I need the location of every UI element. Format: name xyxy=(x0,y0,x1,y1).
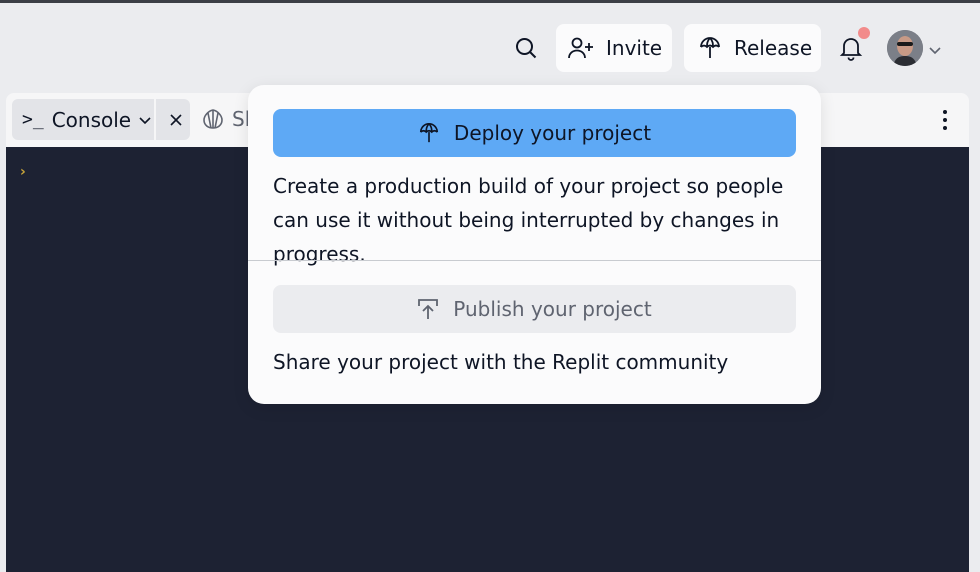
release-button[interactable]: Release xyxy=(684,24,821,72)
add-user-icon xyxy=(568,37,593,59)
deploy-button[interactable]: Deploy your project xyxy=(273,109,796,157)
bell-icon xyxy=(839,38,863,61)
more-vertical-icon xyxy=(943,110,947,130)
console-prompt-glyph: › xyxy=(20,164,26,180)
release-label: Release xyxy=(734,36,813,60)
avatar-image xyxy=(887,30,923,66)
search-icon xyxy=(516,38,537,59)
release-popover: Deploy your project Create a production … xyxy=(248,85,821,404)
deploy-icon xyxy=(419,123,438,143)
publish-button-label: Publish your project xyxy=(453,297,652,321)
chevron-down-icon xyxy=(929,47,941,55)
popover-divider xyxy=(248,260,821,261)
terminal-prompt-icon: >_ xyxy=(22,109,44,130)
more-options-button[interactable] xyxy=(936,107,954,133)
release-icon xyxy=(700,37,720,58)
deploy-description: Create a production build of your projec… xyxy=(273,174,784,266)
shell-icon xyxy=(203,109,223,129)
invite-button[interactable]: Invite xyxy=(556,24,672,72)
tab-separator xyxy=(154,99,156,140)
upload-icon xyxy=(418,299,439,319)
publish-description: Share your project with the Replit commu… xyxy=(273,350,729,374)
avatar[interactable] xyxy=(887,30,923,66)
account-menu-toggle[interactable] xyxy=(929,40,941,59)
close-icon xyxy=(170,113,182,126)
window-top-border xyxy=(0,0,980,3)
chevron-down-icon xyxy=(139,116,151,124)
publish-button[interactable]: Publish your project xyxy=(273,285,796,333)
deploy-button-label: Deploy your project xyxy=(453,121,652,145)
tab-console-label: Console xyxy=(51,107,132,132)
invite-label: Invite xyxy=(606,36,663,60)
search-button[interactable] xyxy=(508,30,544,66)
tab-console[interactable]: >_ Console xyxy=(12,99,190,140)
tab-dropdown-toggle[interactable] xyxy=(139,115,151,125)
notification-badge xyxy=(858,27,870,39)
tab-close-button[interactable] xyxy=(162,99,190,140)
